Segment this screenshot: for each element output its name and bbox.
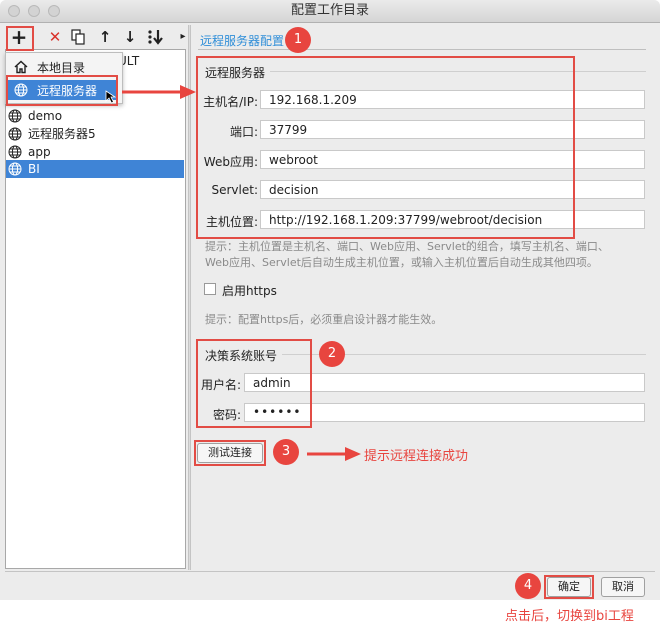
arrow-icon [307, 447, 361, 461]
step-badge-3: 3 [273, 439, 299, 465]
https-label: 启用https [222, 284, 277, 298]
highlight-remote-group [196, 56, 575, 239]
step-badge-1: 1 [285, 27, 311, 53]
sort-icon[interactable] [145, 25, 167, 49]
step-badge-2: 2 [319, 341, 345, 367]
tree-item-label: BI [28, 162, 40, 176]
toolbar-overflow-icon[interactable]: ▸ [178, 25, 188, 49]
menu-item-local[interactable]: 本地目录 [6, 57, 122, 77]
home-icon [14, 60, 28, 74]
location-hint-line2: Web应用、Servlet后自动生成主机位置，或输入主机位置后自动生成其他四项。 [205, 256, 598, 269]
https-checkbox[interactable] [204, 283, 216, 295]
directory-tree: ULT demo 远程服务器5 app BI [5, 49, 186, 569]
arrow-icon [122, 85, 196, 99]
highlight-remote-menu [6, 75, 118, 106]
tip-success-text: 提示远程连接成功 [364, 449, 469, 464]
step-badge-4: 4 [515, 573, 541, 599]
globe-icon [8, 127, 22, 141]
window-title: 配置工作目录 [290, 3, 369, 18]
tip-switch-text: 点击后，切换到bi工程 [505, 609, 634, 624]
https-hint: 提示：配置https后，必须重启设计器才能生效。 [205, 313, 443, 326]
tree-item-label: app [28, 145, 51, 159]
pane-splitter[interactable] [188, 25, 191, 570]
location-hint-line1: 提示：主机位置是主机名、端口、Web应用、Servlet的组合，填写主机名、端口… [205, 240, 609, 253]
highlight-test-button [194, 440, 266, 466]
delete-icon[interactable]: ✕ [44, 25, 66, 49]
highlight-account-group [196, 339, 312, 428]
globe-icon [8, 162, 22, 176]
footer-divider [5, 571, 655, 572]
tree-item-label: demo [28, 109, 63, 123]
title-bar: 配置工作目录 [0, 0, 660, 23]
tree-item-label: 远程服务器5 [28, 127, 96, 141]
close-window-button[interactable] [8, 5, 20, 17]
highlight-add-button [6, 26, 34, 51]
minimize-window-button[interactable] [28, 5, 40, 17]
menu-item-label: 本地目录 [37, 61, 86, 75]
config-header: 远程服务器配置 [200, 34, 285, 48]
move-down-icon[interactable]: ↓ [119, 25, 141, 49]
globe-icon [8, 145, 22, 159]
move-up-icon[interactable]: ↑ [94, 25, 116, 49]
tree-item-bi[interactable]: BI [6, 160, 184, 178]
header-divider [198, 49, 646, 50]
cancel-button[interactable]: 取消 [601, 577, 645, 597]
highlight-ok-button [544, 575, 594, 599]
zoom-window-button[interactable] [48, 5, 60, 17]
copy-icon[interactable] [67, 25, 89, 49]
tree-item-app[interactable]: app [6, 143, 184, 161]
tree-item-demo[interactable]: demo [6, 107, 184, 125]
globe-icon [8, 109, 22, 123]
tree-item-remote5[interactable]: 远程服务器5 [6, 125, 184, 143]
